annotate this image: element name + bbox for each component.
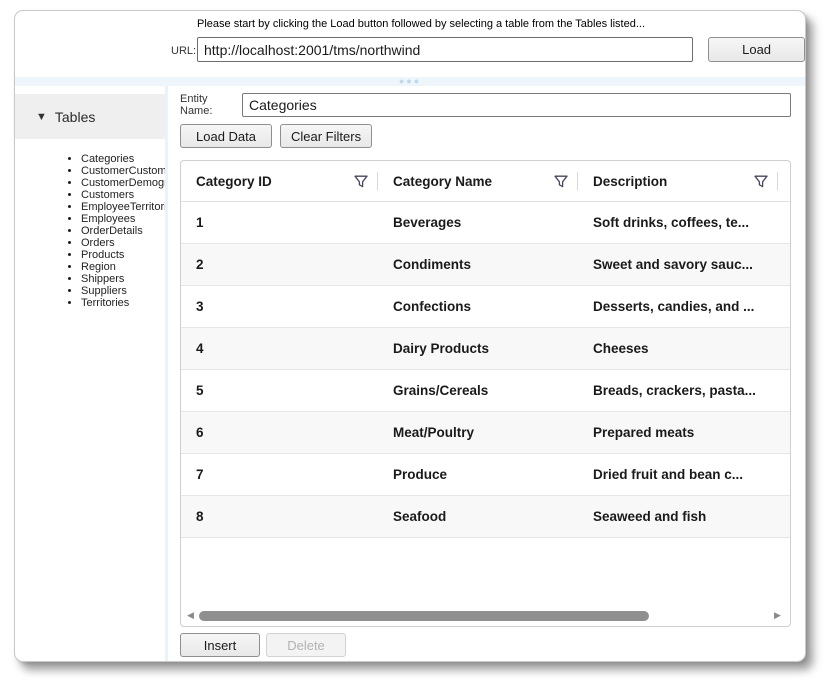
delete-button[interactable]: Delete: [266, 633, 346, 657]
table-cell: Beverages: [378, 215, 578, 230]
table-cell: 2: [181, 257, 378, 272]
sidebar-item-customerdemograp[interactable]: CustomerDemograp: [81, 177, 165, 189]
column-header-label: Description: [593, 174, 667, 189]
table-row[interactable]: 3ConfectionsDesserts, candies, and ...: [181, 286, 790, 328]
grid-body: 1BeveragesSoft drinks, coffees, te...2Co…: [181, 202, 790, 538]
data-grid: Category ID Category Name Description 1Bev…: [180, 160, 791, 627]
load-button[interactable]: Load: [708, 37, 805, 62]
table-cell: Seafood: [378, 509, 578, 524]
sidebar-item-customers[interactable]: Customers: [81, 189, 165, 201]
scroll-left-icon[interactable]: ◀: [187, 610, 197, 621]
load-data-button[interactable]: Load Data: [180, 124, 272, 148]
table-cell: Dairy Products: [378, 341, 578, 356]
table-row[interactable]: 5Grains/CerealsBreads, crackers, pasta..…: [181, 370, 790, 412]
sidebar-item-customercustomer[interactable]: CustomerCustomer: [81, 165, 165, 177]
table-cell: Cheeses: [578, 341, 778, 356]
table-cell: Produce: [378, 467, 578, 482]
table-cell: Prepared meats: [578, 425, 778, 440]
filter-funnel-icon[interactable]: [354, 175, 368, 188]
entity-name-label: Entity Name:: [180, 93, 242, 117]
tables-list: CategoriesCustomerCustomerCustomerDemogr…: [15, 153, 165, 309]
sidebar-item-shippers[interactable]: Shippers: [81, 273, 165, 285]
grid-header-row: Category ID Category Name Description: [181, 161, 790, 202]
url-input[interactable]: [197, 37, 693, 62]
horizontal-splitter[interactable]: ●●●: [15, 77, 805, 86]
instruction-text: Please start by clicking the Load button…: [197, 18, 805, 30]
column-separator: [777, 172, 778, 190]
table-cell: Condiments: [378, 257, 578, 272]
table-cell: Dried fruit and bean c...: [578, 467, 778, 482]
column-header-category-name[interactable]: Category Name: [378, 161, 578, 201]
column-header-category-id[interactable]: Category ID: [181, 161, 378, 201]
table-cell: Sweet and savory sauc...: [578, 257, 778, 272]
main-panel: Entity Name: Load Data Clear Filters Cat…: [168, 86, 805, 661]
sidebar-item-employees[interactable]: Employees: [81, 213, 165, 225]
table-row[interactable]: 2CondimentsSweet and savory sauc...: [181, 244, 790, 286]
sidebar-item-categories[interactable]: Categories: [81, 153, 165, 165]
table-row[interactable]: 6Meat/PoultryPrepared meats: [181, 412, 790, 454]
column-header-label: Category Name: [393, 174, 492, 189]
table-cell: Grains/Cereals: [378, 383, 578, 398]
column-header-label: Category ID: [196, 174, 272, 189]
entity-name-input[interactable]: [242, 93, 791, 117]
filter-funnel-icon[interactable]: [554, 175, 568, 188]
collapse-arrow-icon: ▼: [36, 111, 47, 123]
column-header-description[interactable]: Description: [578, 161, 778, 201]
table-cell: Seaweed and fish: [578, 509, 778, 524]
horizontal-scrollbar: ◀ ▶: [183, 607, 788, 625]
splitter-grip-icon: ●●●: [399, 78, 421, 85]
grid-empty-area: [181, 538, 790, 607]
filter-funnel-icon[interactable]: [754, 175, 768, 188]
tables-header-label: Tables: [55, 109, 95, 125]
table-row[interactable]: 4Dairy ProductsCheeses: [181, 328, 790, 370]
table-row[interactable]: 8SeafoodSeaweed and fish: [181, 496, 790, 538]
table-cell: Breads, crackers, pasta...: [578, 383, 778, 398]
sidebar-item-suppliers[interactable]: Suppliers: [81, 285, 165, 297]
insert-button[interactable]: Insert: [180, 633, 260, 657]
table-cell: Confections: [378, 299, 578, 314]
table-cell: 8: [181, 509, 378, 524]
table-cell: 6: [181, 425, 378, 440]
sidebar-item-orders[interactable]: Orders: [81, 237, 165, 249]
table-cell: 3: [181, 299, 378, 314]
sidebar-item-territories[interactable]: Territories: [81, 297, 165, 309]
table-cell: 5: [181, 383, 378, 398]
sidebar-item-region[interactable]: Region: [81, 261, 165, 273]
table-cell: 1: [181, 215, 378, 230]
scrollbar-thumb[interactable]: [199, 611, 649, 621]
sidebar-item-products[interactable]: Products: [81, 249, 165, 261]
scroll-right-icon[interactable]: ▶: [774, 610, 784, 621]
sidebar-item-employeeterritories[interactable]: EmployeeTerritories: [81, 201, 165, 213]
table-cell: 7: [181, 467, 378, 482]
table-cell: Soft drinks, coffees, te...: [578, 215, 778, 230]
table-cell: 4: [181, 341, 378, 356]
url-label: URL:: [171, 45, 196, 57]
table-row[interactable]: 1BeveragesSoft drinks, coffees, te...: [181, 202, 790, 244]
clear-filters-button[interactable]: Clear Filters: [280, 124, 372, 148]
table-cell: Meat/Poultry: [378, 425, 578, 440]
tables-header[interactable]: ▼ Tables: [15, 94, 165, 139]
top-panel: Please start by clicking the Load button…: [15, 11, 805, 77]
sidebar-item-orderdetails[interactable]: OrderDetails: [81, 225, 165, 237]
tables-sidebar: ▼ Tables CategoriesCustomerCustomerCusto…: [15, 86, 165, 661]
app-window: Please start by clicking the Load button…: [14, 10, 806, 662]
table-cell: Desserts, candies, and ...: [578, 299, 778, 314]
table-row[interactable]: 7ProduceDried fruit and bean c...: [181, 454, 790, 496]
